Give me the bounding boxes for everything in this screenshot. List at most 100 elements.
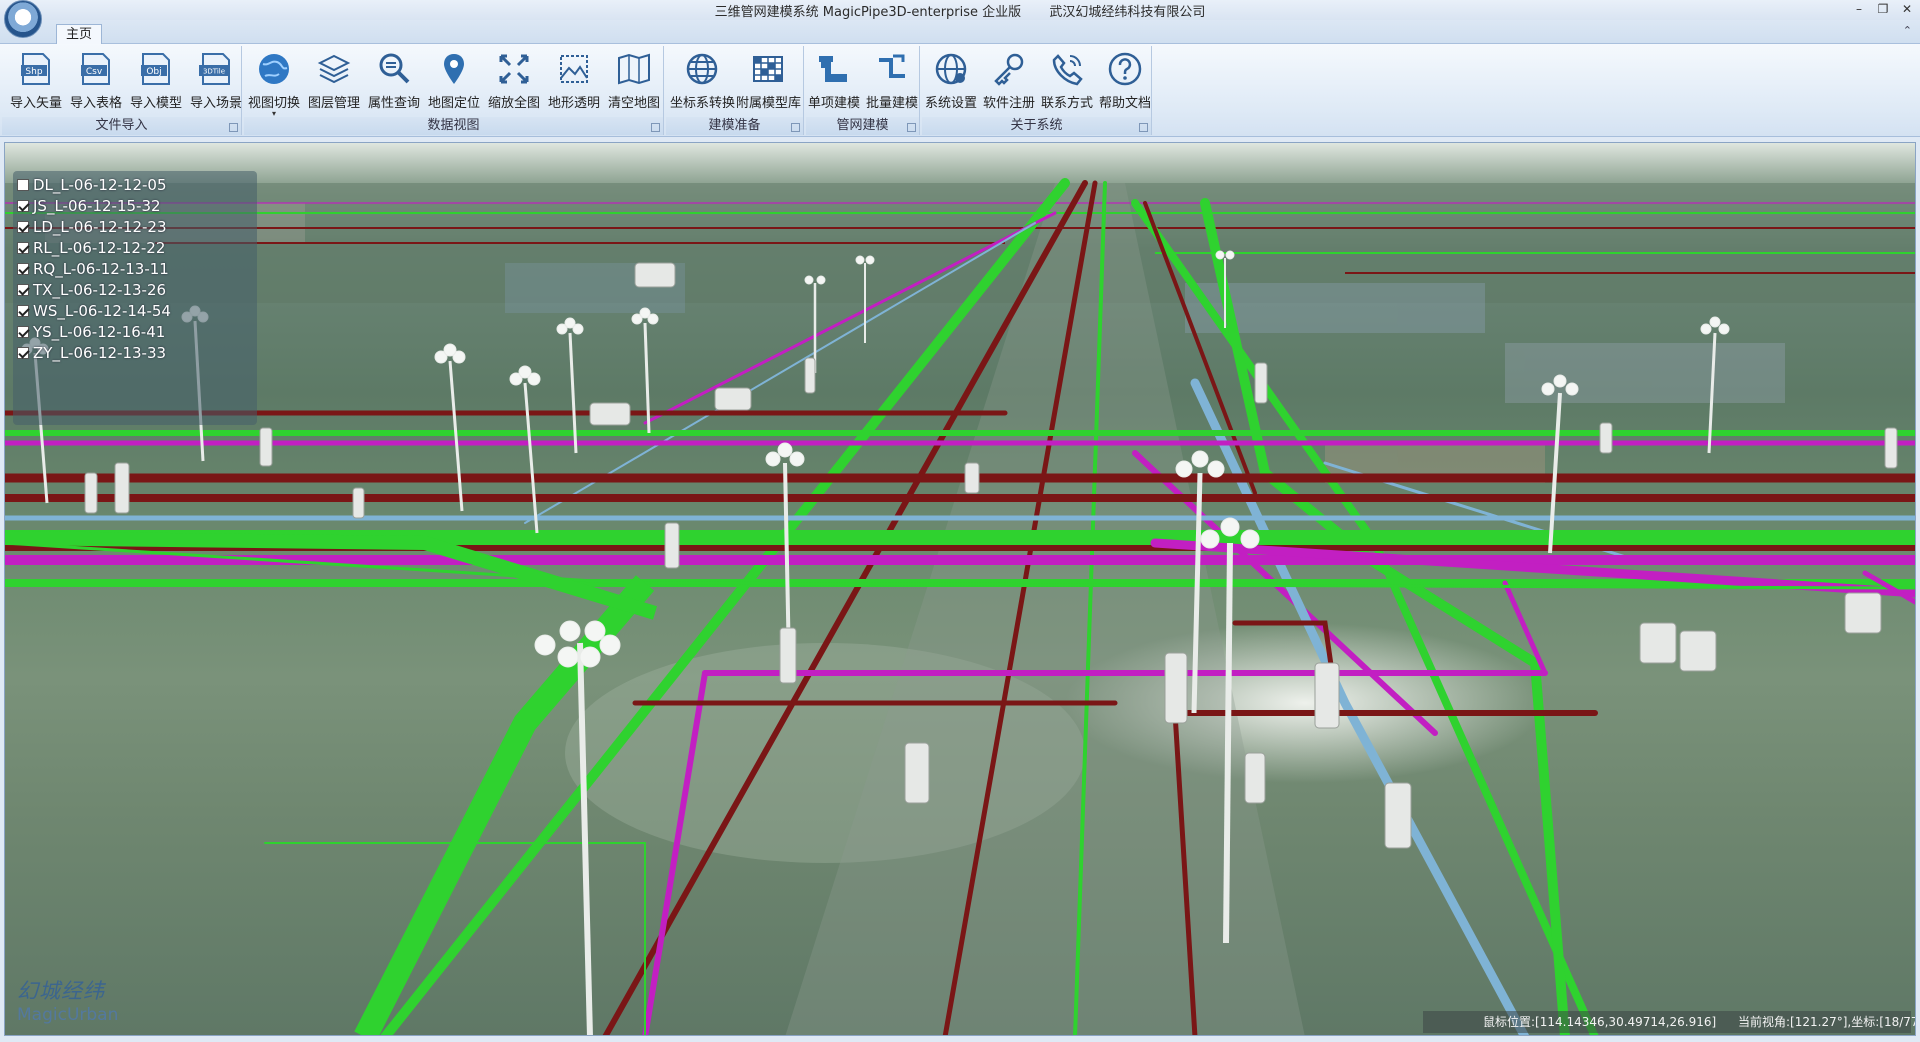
layer-checkbox[interactable]: [17, 241, 29, 254]
import-vector-button[interactable]: Shp 导入矢量: [6, 48, 66, 114]
window-title: 三维管网建模系统 MagicPipe3D-enterprise 企业版 武汉幻城…: [0, 1, 1920, 20]
close-button[interactable]: ✕: [1896, 1, 1918, 17]
magnifier-icon: [379, 53, 410, 84]
layer-name: RQ_L-06-12-13-11: [33, 259, 169, 278]
layer-item[interactable]: LD_L-06-12-12-23: [17, 216, 253, 237]
layer-item[interactable]: RL_L-06-12-12-22: [17, 237, 253, 258]
single-modeling-label: 单项建模: [807, 96, 860, 111]
terrain-transparent-button[interactable]: 地形透明: [544, 48, 604, 114]
restore-button[interactable]: ❐: [1872, 1, 1894, 17]
layer-checkbox[interactable]: [17, 283, 29, 296]
layer-item[interactable]: TX_L-06-12-13-26: [17, 279, 253, 300]
clear-map-icon: [618, 53, 650, 85]
status-bar: 鼠标位置:[114.14346,30.49714,26.916] 当前视角:[1…: [1423, 1011, 1915, 1033]
view-switch-button[interactable]: 视图切换 ▾: [244, 48, 304, 118]
ribbon: Shp 导入矢量 Csv 导入表格 Obj 导入模型 3DTile 导入场景 文…: [0, 44, 1920, 137]
layer-name: ZY_L-06-12-13-33: [33, 343, 167, 362]
csv-file-icon: Csv: [81, 53, 110, 85]
layer-checkbox[interactable]: [17, 220, 29, 233]
batch-modeling-button[interactable]: 批量建模: [864, 48, 920, 114]
layer-name: WS_L-06-12-14-54: [33, 301, 171, 320]
window-bottom-border: [0, 1036, 1920, 1042]
group-label-pipe-modeling: 管网建模: [806, 117, 919, 135]
layer-checkbox[interactable]: [17, 304, 29, 317]
layer-checkbox[interactable]: [17, 346, 29, 359]
layer-item[interactable]: YS_L-06-12-16-41: [17, 321, 253, 342]
system-settings-button[interactable]: 系统设置: [922, 48, 980, 114]
group-dialog-launcher-icon[interactable]: [907, 123, 916, 132]
help-doc-button[interactable]: 帮助文档: [1096, 48, 1154, 114]
layer-list-panel: DL_L-06-12-12-05 JS_L-06-12-15-32 LD_L-0…: [13, 171, 257, 425]
contact-button[interactable]: 联系方式: [1038, 48, 1096, 114]
layer-name: TX_L-06-12-13-26: [33, 280, 167, 299]
minimize-button[interactable]: –: [1848, 1, 1870, 17]
group-dialog-launcher-icon[interactable]: [1139, 123, 1148, 132]
obj-file-icon: Obj: [141, 53, 170, 85]
import-table-button[interactable]: Csv 导入表格: [66, 48, 126, 114]
ribbon-collapse-icon[interactable]: ⌃: [1903, 24, 1912, 37]
group-file-import: Shp 导入矢量 Csv 导入表格 Obj 导入模型 3DTile 导入场景 文…: [2, 46, 242, 135]
street-lamp: [509, 365, 541, 534]
group-modeling-prep: 坐标系转换 附属模型库 建模准备: [666, 46, 804, 135]
layer-name: YS_L-06-12-16-41: [33, 322, 166, 341]
group-dialog-launcher-icon[interactable]: [651, 123, 660, 132]
3dtile-file-icon: 3DTile: [199, 53, 230, 85]
import-table-label: 导入表格: [69, 96, 122, 111]
3dtile-badge: 3DTile: [203, 68, 225, 76]
coordinate-globe-icon: [686, 53, 718, 85]
shp-file-icon: Shp: [21, 53, 50, 85]
app-window: 三维管网建模系统 MagicPipe3D-enterprise 企业版 武汉幻城…: [0, 0, 1920, 1042]
group-label-data-view: 数据视图: [244, 117, 663, 135]
model-library-label: 附属模型库: [736, 96, 802, 111]
street-lamp: [434, 343, 466, 512]
layer-name: RL_L-06-12-12-22: [33, 238, 166, 257]
attribute-query-button[interactable]: 属性查询: [364, 48, 424, 114]
phone-icon: [1052, 54, 1083, 86]
layer-item[interactable]: JS_L-06-12-15-32: [17, 195, 253, 216]
model-library-icon: [753, 56, 783, 82]
single-modeling-button[interactable]: 单项建模: [806, 48, 862, 114]
coordinate-transform-button[interactable]: 坐标系转换: [670, 48, 736, 114]
layer-item[interactable]: WS_L-06-12-14-54: [17, 300, 253, 321]
layer-item[interactable]: DL_L-06-12-12-05: [17, 174, 253, 195]
application-menu-button[interactable]: [4, 0, 42, 38]
attribute-query-label: 属性查询: [367, 96, 420, 111]
layer-checkbox[interactable]: [17, 199, 29, 212]
zoom-extent-icon: [499, 54, 529, 84]
group-about-system: 系统设置 软件注册 联系方式 帮助文档 关于系统: [922, 46, 1152, 135]
map-3d-viewport[interactable]: DL_L-06-12-12-05 JS_L-06-12-15-32 LD_L-0…: [4, 142, 1916, 1036]
group-dialog-launcher-icon[interactable]: [791, 123, 800, 132]
horizon-haze: [5, 143, 1915, 183]
layer-manage-label: 图层管理: [307, 96, 360, 111]
layer-item[interactable]: RQ_L-06-12-13-11: [17, 258, 253, 279]
model-library-button[interactable]: 附属模型库: [736, 48, 802, 114]
layer-item[interactable]: ZY_L-06-12-13-33: [17, 342, 253, 363]
zoom-full-label: 缩放全图: [487, 96, 540, 111]
group-label-file-import: 文件导入: [2, 117, 241, 135]
watermark-en: MagicUrban: [17, 1005, 119, 1025]
terrain-transparent-label: 地形透明: [547, 96, 600, 111]
zoom-full-button[interactable]: 缩放全图: [484, 48, 544, 114]
clear-map-label: 清空地图: [607, 96, 660, 111]
import-scene-label: 导入场景: [189, 96, 242, 111]
layer-checkbox[interactable]: [17, 178, 29, 191]
window-title-product: 三维管网建模系统 MagicPipe3D-enterprise 企业版: [714, 5, 1022, 20]
map-locate-button[interactable]: 地图定位: [424, 48, 484, 114]
window-title-company: 武汉幻城经纬科技有限公司: [1049, 5, 1206, 20]
help-doc-label: 帮助文档: [1098, 96, 1151, 111]
import-model-button[interactable]: Obj 导入模型: [126, 48, 186, 114]
mouse-position-readout: 鼠标位置:[114.14346,30.49714,26.916]: [1483, 1015, 1717, 1029]
clear-map-button[interactable]: 清空地图: [604, 48, 664, 114]
pipe-network-scene: [5, 143, 1915, 1035]
layer-checkbox[interactable]: [17, 262, 29, 275]
layer-manage-button[interactable]: 图层管理: [304, 48, 364, 114]
tab-home[interactable]: 主页: [56, 24, 102, 45]
layer-checkbox[interactable]: [17, 325, 29, 338]
contact-label: 联系方式: [1040, 96, 1093, 111]
group-dialog-launcher-icon[interactable]: [229, 123, 238, 132]
coordinate-transform-label: 坐标系转换: [670, 96, 736, 111]
software-register-button[interactable]: 软件注册: [980, 48, 1038, 114]
import-vector-label: 导入矢量: [9, 96, 62, 111]
obj-badge: Obj: [146, 67, 161, 77]
import-scene-button[interactable]: 3DTile 导入场景: [186, 48, 246, 114]
